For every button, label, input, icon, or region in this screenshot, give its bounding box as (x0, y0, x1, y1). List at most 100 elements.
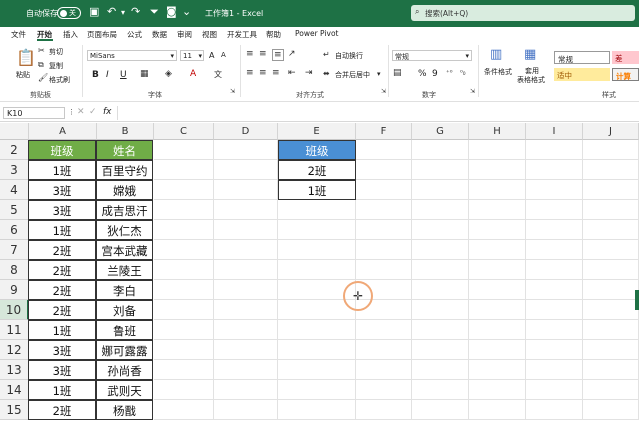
cell-C11[interactable] (154, 320, 214, 340)
cell-A4[interactable]: 3班 (28, 180, 96, 200)
cell-A5[interactable]: 3班 (28, 200, 96, 220)
cell-I8[interactable] (526, 260, 583, 280)
cell-F13[interactable] (356, 360, 412, 380)
column-header[interactable]: B (97, 123, 154, 140)
font-dialog-launcher-icon[interactable]: ⇲ (230, 88, 235, 95)
cell-E2[interactable]: 班级 (278, 140, 356, 160)
select-all-corner[interactable] (0, 123, 29, 140)
column-header[interactable]: J (583, 123, 639, 140)
cell-I6[interactable] (526, 220, 583, 240)
cell-E15[interactable] (278, 400, 356, 420)
cell-D5[interactable] (214, 200, 278, 220)
cell-H2[interactable] (469, 140, 526, 160)
conditional-format-icon[interactable]: ▥ (490, 47, 502, 62)
tab-formulas[interactable]: 公式 (127, 29, 142, 40)
underline-button[interactable]: U (120, 70, 127, 80)
cell-E7[interactable] (278, 240, 356, 260)
number-format-select[interactable]: 常规 ▾ (392, 50, 472, 61)
cell-A11[interactable]: 1班 (28, 320, 96, 340)
tab-insert[interactable]: 插入 (63, 29, 78, 40)
cell-G5[interactable] (412, 200, 469, 220)
cell-D3[interactable] (214, 160, 278, 180)
cell-G11[interactable] (412, 320, 469, 340)
cell-I9[interactable] (526, 280, 583, 300)
cell-B12[interactable]: 娜可露露 (96, 340, 153, 360)
cell-D13[interactable] (214, 360, 278, 380)
undo-dropdown-icon[interactable]: ▾ (121, 8, 125, 17)
cell-E12[interactable] (278, 340, 356, 360)
cell-H5[interactable] (469, 200, 526, 220)
alignment-dialog-launcher-icon[interactable]: ⇲ (381, 88, 386, 95)
cell-I3[interactable] (526, 160, 583, 180)
enter-icon[interactable]: ✓ (89, 107, 97, 117)
number-dialog-launcher-icon[interactable]: ⇲ (470, 88, 475, 95)
cell-I2[interactable] (526, 140, 583, 160)
cell-C9[interactable] (154, 280, 214, 300)
align-middle-icon[interactable]: ≡ (259, 49, 267, 59)
cell-B11[interactable]: 鲁班 (96, 320, 153, 340)
font-size-select[interactable]: 11 ▾ (180, 50, 204, 61)
cell-B2[interactable]: 姓名 (96, 140, 153, 160)
cell-B10[interactable]: 刘备 (96, 300, 153, 320)
insert-function-icon[interactable]: fx (103, 107, 112, 117)
row-header[interactable]: 12 (0, 340, 29, 360)
cell-D9[interactable] (214, 280, 278, 300)
cell-C10[interactable] (154, 300, 214, 320)
cell-A15[interactable]: 2班 (28, 400, 96, 420)
cell-C5[interactable] (154, 200, 214, 220)
cell-C3[interactable] (154, 160, 214, 180)
cell-H7[interactable] (469, 240, 526, 260)
cell-A8[interactable]: 2班 (28, 260, 96, 280)
cell-H12[interactable] (469, 340, 526, 360)
cell-J3[interactable] (583, 160, 639, 180)
increase-decimal-icon[interactable]: ⁺⁰ (446, 69, 453, 77)
cell-E3[interactable]: 2班 (278, 160, 356, 180)
cell-B8[interactable]: 兰陵王 (96, 260, 153, 280)
tab-data[interactable]: 数据 (152, 29, 167, 40)
cell-J4[interactable] (583, 180, 639, 200)
cell-H15[interactable] (469, 400, 526, 420)
cut-button[interactable]: 剪切 (49, 47, 63, 57)
percent-button[interactable]: % (418, 69, 427, 79)
conditional-format-button[interactable]: 条件格式 (484, 67, 512, 77)
font-name-select[interactable]: MiSans ▾ (87, 50, 177, 61)
cell-F3[interactable] (356, 160, 412, 180)
cell-B15[interactable]: 杨戬 (96, 400, 153, 420)
align-bottom-icon[interactable]: ≡ (272, 49, 284, 61)
cell-E4[interactable]: 1班 (278, 180, 356, 200)
copy-button[interactable]: 复制 (49, 61, 63, 71)
cell-F11[interactable] (356, 320, 412, 340)
grow-font-icon[interactable]: A (209, 51, 214, 60)
cell-D8[interactable] (214, 260, 278, 280)
redo-icon[interactable]: ↷ (131, 5, 140, 18)
row-header[interactable]: 15 (0, 400, 29, 420)
align-right-icon[interactable]: ≡ (272, 68, 280, 78)
cell-H8[interactable] (469, 260, 526, 280)
row-header[interactable]: 2 (0, 140, 29, 160)
column-header[interactable]: H (469, 123, 526, 140)
table-format-icon[interactable]: ▦ (524, 47, 536, 62)
cell-D15[interactable] (214, 400, 278, 420)
cell-F6[interactable] (356, 220, 412, 240)
cell-A2[interactable]: 班级 (28, 140, 96, 160)
cell-F12[interactable] (356, 340, 412, 360)
cell-F14[interactable] (356, 380, 412, 400)
paste-label[interactable]: 粘贴 (16, 70, 30, 80)
cell-H11[interactable] (469, 320, 526, 340)
cell-G7[interactable] (412, 240, 469, 260)
cell-H4[interactable] (469, 180, 526, 200)
cell-F7[interactable] (356, 240, 412, 260)
font-color-icon[interactable]: A (190, 69, 196, 79)
cell-E5[interactable] (278, 200, 356, 220)
align-top-icon[interactable]: ≡ (246, 49, 254, 59)
style-bad[interactable]: 差 (612, 51, 639, 64)
cell-B4[interactable]: 嫦娥 (96, 180, 153, 200)
align-center-icon[interactable]: ≡ (259, 68, 267, 78)
cell-B6[interactable]: 狄仁杰 (96, 220, 153, 240)
cell-D10[interactable] (214, 300, 278, 320)
cell-G9[interactable] (412, 280, 469, 300)
cell-D6[interactable] (214, 220, 278, 240)
tab-file[interactable]: 文件 (11, 29, 26, 40)
column-header[interactable]: E (278, 123, 356, 140)
cell-A10[interactable]: 2班 (28, 300, 96, 320)
